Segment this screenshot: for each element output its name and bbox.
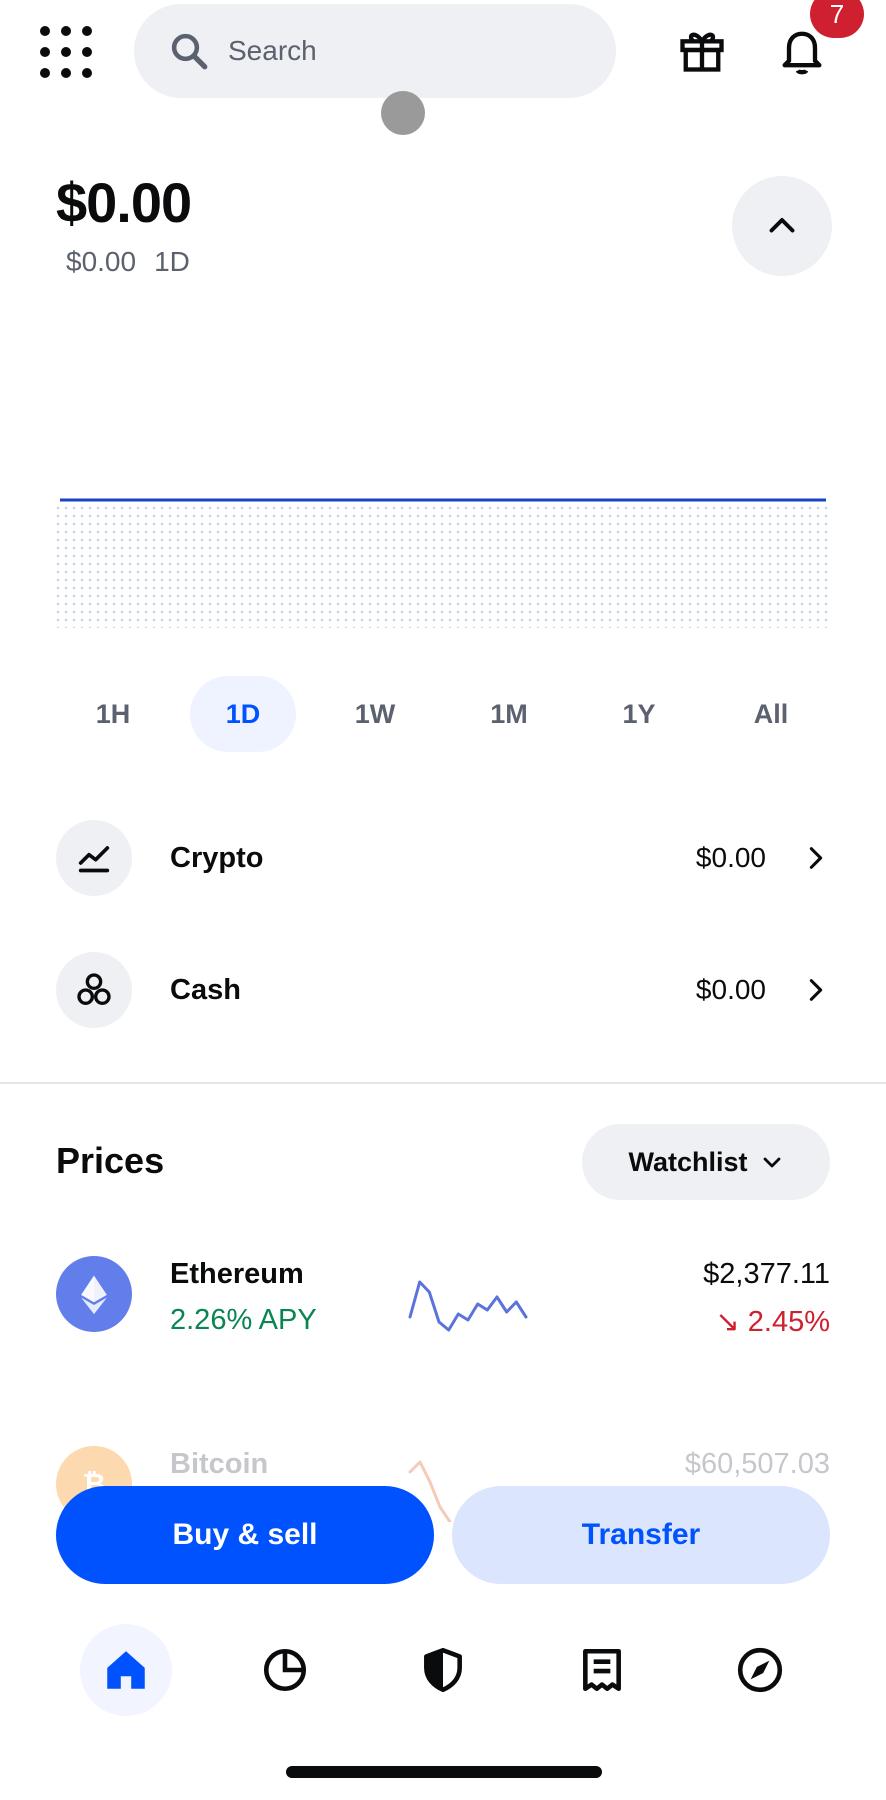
home-indicator <box>286 1766 602 1778</box>
asset-label: Cash <box>170 973 241 1006</box>
timeframe-selector: 1H 1D 1W 1M 1Y All <box>56 676 830 752</box>
coin-change: ↘ 2.45% <box>715 1306 830 1338</box>
top-bar: 7 <box>0 0 886 135</box>
portfolio-chart <box>56 498 830 628</box>
compass-icon <box>737 1647 783 1693</box>
section-divider <box>0 1082 886 1084</box>
pie-chart-icon <box>263 1648 307 1692</box>
prices-heading: Prices <box>56 1140 165 1181</box>
portfolio-balance: $0.00 <box>56 171 192 234</box>
timeframe-1h[interactable]: 1H <box>60 676 166 752</box>
search-input[interactable] <box>228 35 588 67</box>
price-row-ethereum[interactable]: Ethereum 2.26% APY $2,377.11 ↘ 2.45% <box>56 1256 830 1346</box>
coin-price: $60,507.03 <box>684 1448 830 1480</box>
chevron-down-icon <box>763 1157 780 1168</box>
asset-label: Crypto <box>170 841 264 874</box>
watchlist-label: Watchlist <box>628 1146 748 1177</box>
timeframe-all[interactable]: All <box>718 676 824 752</box>
nav-earn[interactable] <box>397 1624 489 1716</box>
coin-price: $2,377.11 <box>703 1258 830 1290</box>
bottom-nav <box>0 1624 886 1724</box>
nav-home[interactable] <box>80 1624 172 1716</box>
sparkline-series-line <box>408 1280 528 1332</box>
buy-sell-button[interactable]: Buy & sell <box>56 1486 434 1584</box>
receipt-icon <box>583 1648 621 1692</box>
home-icon <box>107 1651 145 1689</box>
chart-line-icon <box>56 820 132 896</box>
notification-badge: 7 <box>810 0 864 38</box>
gift-icon[interactable] <box>676 24 728 76</box>
asset-row-cash[interactable]: Cash $0.00 <box>56 950 830 1030</box>
nav-activity[interactable] <box>556 1624 648 1716</box>
chevron-right-icon <box>802 976 830 1004</box>
collapse-chart-button[interactable] <box>732 176 832 276</box>
search-icon <box>171 33 208 70</box>
timeframe-1m[interactable]: 1M <box>456 676 562 752</box>
ethereum-sparkline <box>408 1280 528 1332</box>
coin-apy: 2.26% APY <box>170 1304 317 1336</box>
asset-row-crypto[interactable]: Crypto $0.00 <box>56 818 830 898</box>
chart-area-fill <box>56 502 830 628</box>
timeframe-1d[interactable]: 1D <box>190 676 296 752</box>
asset-value: $0.00 <box>695 842 766 873</box>
coin-name: Bitcoin <box>170 1448 269 1480</box>
timeframe-1y[interactable]: 1Y <box>586 676 692 752</box>
touch-indicator <box>381 91 425 135</box>
balance-change: $0.00 1D <box>66 246 190 278</box>
asset-value: $0.00 <box>695 974 766 1005</box>
apps-grid-icon[interactable] <box>40 26 92 78</box>
nav-portfolio[interactable] <box>239 1624 331 1716</box>
watchlist-dropdown[interactable]: Watchlist <box>582 1124 830 1200</box>
chevron-up-icon <box>769 218 795 233</box>
coin-name: Ethereum <box>170 1258 304 1290</box>
shield-icon <box>424 1647 462 1693</box>
search-bar[interactable] <box>134 4 616 98</box>
timeframe-1w[interactable]: 1W <box>322 676 428 752</box>
ethereum-logo-icon <box>56 1256 132 1332</box>
balance-change-period: 1D <box>154 246 190 277</box>
coins-icon <box>56 952 132 1028</box>
transfer-button[interactable]: Transfer <box>452 1486 830 1584</box>
nav-explore[interactable] <box>714 1624 806 1716</box>
chevron-right-icon <box>802 844 830 872</box>
balance-change-value: $0.00 <box>66 246 137 277</box>
